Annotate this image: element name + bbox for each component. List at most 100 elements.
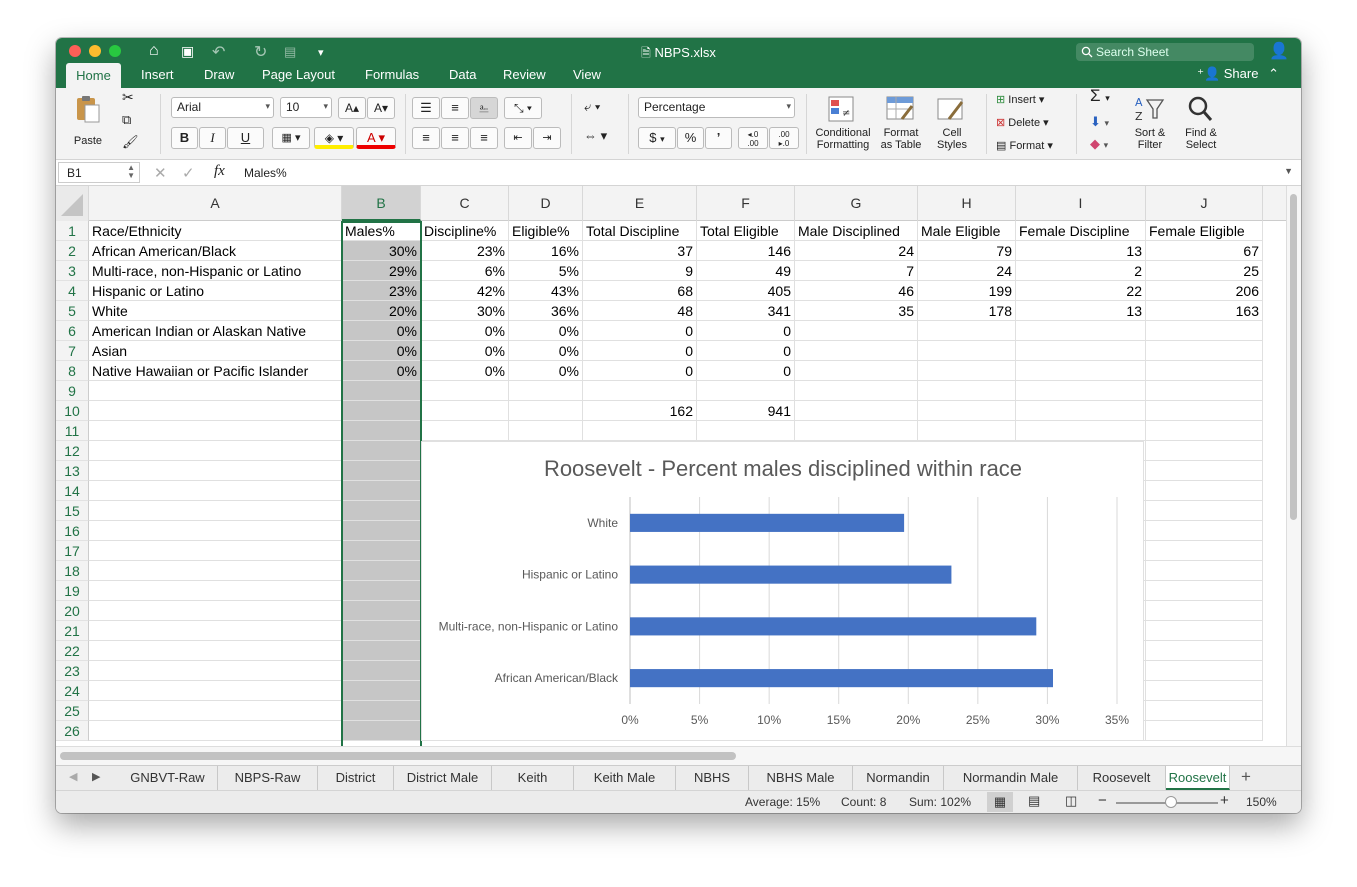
cell-b21[interactable] bbox=[342, 621, 421, 641]
cell-a15[interactable] bbox=[89, 501, 342, 521]
cell-a25[interactable] bbox=[89, 701, 342, 721]
share-button[interactable]: ⁺👤 Share ⌃ bbox=[1197, 66, 1279, 82]
cell-b1[interactable]: Males% bbox=[342, 221, 421, 241]
cell-h8[interactable] bbox=[918, 361, 1016, 381]
cell-a10[interactable] bbox=[89, 401, 342, 421]
cell-j26[interactable] bbox=[1146, 721, 1263, 741]
cell-b8[interactable]: 0% bbox=[342, 361, 421, 381]
cell-h10[interactable] bbox=[918, 401, 1016, 421]
cell-j5[interactable]: 163 bbox=[1146, 301, 1263, 321]
row-header[interactable]: 13 bbox=[56, 461, 89, 481]
borders-button[interactable]: ▦ ▾ bbox=[272, 127, 310, 149]
cell-e5[interactable]: 48 bbox=[583, 301, 697, 321]
cell-h1[interactable]: Male Eligible bbox=[918, 221, 1016, 241]
font-name-select[interactable]: Arial bbox=[171, 97, 274, 118]
cell-g8[interactable] bbox=[795, 361, 918, 381]
cell-a14[interactable] bbox=[89, 481, 342, 501]
cell-i2[interactable]: 13 bbox=[1016, 241, 1146, 261]
cell-j2[interactable]: 67 bbox=[1146, 241, 1263, 261]
cell-f7[interactable]: 0 bbox=[697, 341, 795, 361]
cell-d9[interactable] bbox=[509, 381, 583, 401]
decrease-decimal-button[interactable]: .00 ▸.0 bbox=[769, 127, 799, 149]
cell-i1[interactable]: Female Discipline bbox=[1016, 221, 1146, 241]
row-header[interactable]: 17 bbox=[56, 541, 89, 561]
cell-i10[interactable] bbox=[1016, 401, 1146, 421]
decrease-indent-button[interactable]: ⇤ bbox=[504, 127, 532, 149]
cell-f10[interactable]: 941 bbox=[697, 401, 795, 421]
column-header-g[interactable]: G bbox=[795, 186, 918, 221]
column-header-d[interactable]: D bbox=[509, 186, 583, 221]
column-header-i[interactable]: I bbox=[1016, 186, 1146, 221]
row-header[interactable]: 3 bbox=[56, 261, 89, 281]
cut-icon[interactable]: ✂ bbox=[122, 90, 134, 104]
cell-j12[interactable] bbox=[1146, 441, 1263, 461]
cell-b23[interactable] bbox=[342, 661, 421, 681]
cell-i11[interactable] bbox=[1016, 421, 1146, 441]
increase-font-size-button[interactable]: A▴ bbox=[338, 97, 366, 119]
cell-a11[interactable] bbox=[89, 421, 342, 441]
next-sheet-icon[interactable]: ▶ bbox=[92, 770, 100, 783]
name-box-stepper-icon[interactable]: ▲ ▼ bbox=[127, 164, 135, 180]
sheet-tab-keith[interactable]: Keith bbox=[492, 766, 574, 790]
sheet-tab-normandin[interactable]: Normandin bbox=[853, 766, 944, 790]
row-header[interactable]: 16 bbox=[56, 521, 89, 541]
cell-a2[interactable]: African American/Black bbox=[89, 241, 342, 261]
cell-a7[interactable]: Asian bbox=[89, 341, 342, 361]
align-bottom-button[interactable]: ⎁ bbox=[470, 97, 498, 119]
cell-a9[interactable] bbox=[89, 381, 342, 401]
cell-b22[interactable] bbox=[342, 641, 421, 661]
delete-cells-button[interactable]: ⊠ Delete ▾ bbox=[996, 117, 1049, 129]
select-all-corner[interactable] bbox=[56, 186, 89, 221]
cell-a13[interactable] bbox=[89, 461, 342, 481]
column-header-b[interactable]: B bbox=[342, 186, 421, 221]
cell-j11[interactable] bbox=[1146, 421, 1263, 441]
column-header-c[interactable]: C bbox=[421, 186, 509, 221]
cell-f6[interactable]: 0 bbox=[697, 321, 795, 341]
cell-j17[interactable] bbox=[1146, 541, 1263, 561]
cell-j15[interactable] bbox=[1146, 501, 1263, 521]
cell-a21[interactable] bbox=[89, 621, 342, 641]
cell-j24[interactable] bbox=[1146, 681, 1263, 701]
cell-c2[interactable]: 23% bbox=[421, 241, 509, 261]
cell-g5[interactable]: 35 bbox=[795, 301, 918, 321]
increase-indent-button[interactable]: ⇥ bbox=[533, 127, 561, 149]
cell-b9[interactable] bbox=[342, 381, 421, 401]
bar-hispanic-or-latino[interactable] bbox=[630, 565, 952, 584]
cell-b5[interactable]: 20% bbox=[342, 301, 421, 321]
cell-b14[interactable] bbox=[342, 481, 421, 501]
cell-j13[interactable] bbox=[1146, 461, 1263, 481]
prev-sheet-icon[interactable]: ◀ bbox=[69, 770, 77, 783]
tab-formulas[interactable]: Formulas bbox=[365, 67, 419, 82]
sheet-tab-nbhs-male[interactable]: NBHS Male bbox=[749, 766, 853, 790]
page-break-view-icon[interactable]: ◫ bbox=[1065, 793, 1077, 809]
cell-j25[interactable] bbox=[1146, 701, 1263, 721]
cell-j16[interactable] bbox=[1146, 521, 1263, 541]
cell-a6[interactable]: American Indian or Alaskan Native bbox=[89, 321, 342, 341]
clear-icon[interactable]: ◆ ▾ bbox=[1090, 137, 1108, 151]
cell-i7[interactable] bbox=[1016, 341, 1146, 361]
cell-j22[interactable] bbox=[1146, 641, 1263, 661]
format-as-table-button[interactable]: Format as Table bbox=[876, 94, 926, 151]
bold-button[interactable]: B bbox=[171, 127, 198, 149]
cell-e9[interactable] bbox=[583, 381, 697, 401]
cell-d11[interactable] bbox=[509, 421, 583, 441]
cell-j7[interactable] bbox=[1146, 341, 1263, 361]
zoom-slider-thumb[interactable] bbox=[1165, 796, 1177, 808]
cell-j21[interactable] bbox=[1146, 621, 1263, 641]
cell-f11[interactable] bbox=[697, 421, 795, 441]
wrap-text-icon[interactable]: ⤶ ▾ bbox=[584, 100, 600, 113]
cell-g10[interactable] bbox=[795, 401, 918, 421]
format-painter-icon[interactable]: 🖌 bbox=[122, 135, 139, 148]
cell-a8[interactable]: Native Hawaiian or Pacific Islander bbox=[89, 361, 342, 381]
cell-g2[interactable]: 24 bbox=[795, 241, 918, 261]
cell-f9[interactable] bbox=[697, 381, 795, 401]
tab-page-layout[interactable]: Page Layout bbox=[262, 67, 335, 82]
search-sheet-input[interactable]: Search Sheet bbox=[1076, 43, 1254, 61]
normal-view-icon[interactable]: ▦ bbox=[987, 792, 1013, 812]
cell-a22[interactable] bbox=[89, 641, 342, 661]
cell-j18[interactable] bbox=[1146, 561, 1263, 581]
cell-b7[interactable]: 0% bbox=[342, 341, 421, 361]
font-size-select[interactable]: 10 bbox=[280, 97, 332, 118]
cell-a23[interactable] bbox=[89, 661, 342, 681]
cell-e1[interactable]: Total Discipline bbox=[583, 221, 697, 241]
